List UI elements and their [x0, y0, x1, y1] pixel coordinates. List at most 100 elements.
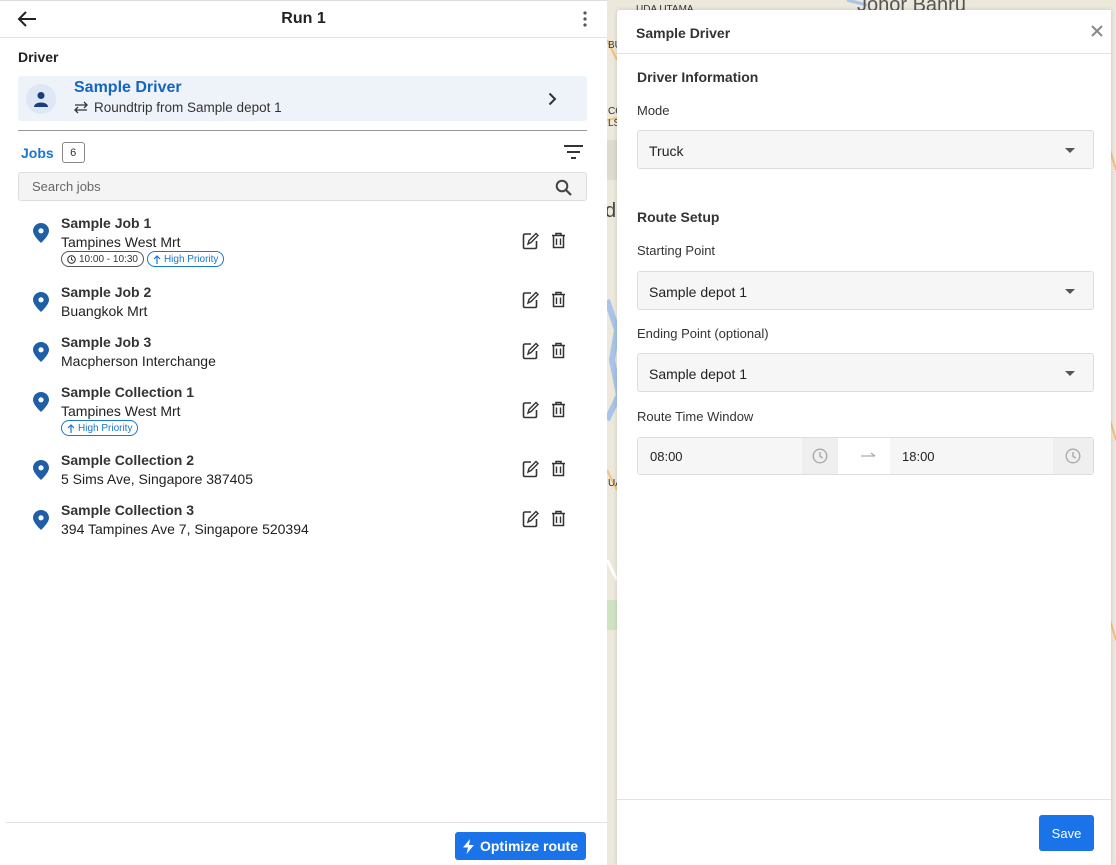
run-header: Run 1	[0, 1, 607, 38]
search-icon[interactable]	[555, 179, 572, 196]
edit-icon[interactable]	[522, 342, 539, 360]
starting-point-label: Starting Point	[637, 243, 716, 258]
job-title: Sample Job 3	[61, 334, 152, 350]
close-icon[interactable]	[1091, 25, 1103, 37]
clock-icon	[67, 254, 76, 264]
route-desc-text: Roundtrip from Sample depot 1	[94, 100, 282, 115]
location-pin-icon	[33, 510, 49, 530]
end-time-segment	[890, 438, 1053, 474]
priority-tag: High Priority	[146, 251, 225, 267]
drawer-footer-divider	[617, 799, 1111, 800]
divider	[18, 130, 587, 131]
start-time-input[interactable]	[638, 438, 802, 474]
job-item[interactable]: Sample Job 3 Macpherson Interchange	[18, 334, 587, 370]
search-input[interactable]	[19, 173, 586, 200]
priority-text: High Priority	[78, 422, 133, 434]
trash-icon[interactable]	[551, 510, 566, 527]
page-title: Run 1	[281, 10, 326, 27]
job-title: Sample Job 1	[61, 215, 152, 231]
chevron-right-icon	[548, 92, 557, 106]
job-address: Macpherson Interchange	[61, 353, 216, 369]
clock-icon	[1065, 448, 1081, 464]
search-box	[18, 172, 587, 201]
caret-down-icon	[1065, 289, 1075, 294]
edit-icon[interactable]	[522, 510, 539, 528]
trash-icon[interactable]	[551, 342, 566, 359]
clock-icon	[812, 448, 828, 464]
optimize-route-button[interactable]: Optimize route	[455, 832, 586, 860]
job-tags: High Priority	[61, 420, 139, 436]
location-pin-icon	[33, 342, 49, 362]
edit-icon[interactable]	[522, 232, 539, 250]
run-panel: Run 1 Driver Sample Driver Roundtrip fro…	[0, 0, 607, 865]
starting-point-select[interactable]: Sample depot 1	[637, 271, 1094, 310]
job-title: Sample Collection 3	[61, 502, 195, 518]
driver-route-desc: Roundtrip from Sample depot 1	[74, 100, 282, 115]
priority-text: High Priority	[163, 253, 219, 265]
edit-icon[interactable]	[522, 291, 539, 309]
route-setup-heading: Route Setup	[637, 209, 720, 225]
start-time-clock-button[interactable]	[802, 438, 838, 474]
route-time-window	[637, 437, 1094, 475]
ending-point-label: Ending Point (optional)	[637, 326, 769, 341]
job-tags: 10:00 - 10:30 High Priority	[61, 251, 225, 267]
trash-icon[interactable]	[551, 460, 566, 477]
more-vert-icon[interactable]	[581, 10, 589, 28]
job-item[interactable]: Sample Collection 3 394 Tampines Ave 7, …	[18, 502, 587, 538]
edit-icon[interactable]	[522, 460, 539, 478]
job-address: Tampines West Mrt	[61, 403, 181, 419]
location-pin-icon	[33, 460, 49, 480]
filter-icon[interactable]	[564, 145, 583, 159]
job-title: Sample Collection 1	[61, 384, 195, 400]
tab-jobs[interactable]: Jobs	[21, 145, 54, 161]
job-address: 394 Tampines Ave 7, Singapore 520394	[61, 521, 309, 537]
end-time-input[interactable]	[890, 438, 1053, 474]
optimize-route-label: Optimize route	[479, 838, 578, 854]
arrow-up-icon	[153, 254, 161, 264]
priority-tag: High Priority	[61, 420, 139, 436]
time-window-tag: 10:00 - 10:30	[61, 251, 144, 267]
driver-card[interactable]: Sample Driver Roundtrip from Sample depo…	[18, 76, 587, 121]
ending-point-select[interactable]: Sample depot 1	[637, 353, 1094, 392]
job-title: Sample Collection 2	[61, 452, 195, 468]
caret-down-icon	[1065, 148, 1075, 153]
mode-value: Truck	[649, 143, 684, 159]
end-time-clock-button[interactable]	[1053, 438, 1093, 474]
mode-select[interactable]: Truck	[637, 130, 1094, 169]
job-title: Sample Job 2	[61, 284, 152, 300]
lightning-icon	[462, 838, 474, 854]
job-address: 5 Sims Ave, Singapore 387405	[61, 471, 253, 487]
job-item[interactable]: Sample Job 2 Buangkok Mrt	[18, 284, 587, 320]
arrow-up-icon	[67, 423, 75, 433]
caret-down-icon	[1065, 371, 1075, 376]
edit-icon[interactable]	[522, 401, 539, 419]
job-item[interactable]: Sample Collection 2 5 Sims Ave, Singapor…	[18, 452, 587, 488]
job-item[interactable]: Sample Collection 1 Tampines West Mrt Hi…	[18, 384, 587, 436]
avatar	[26, 84, 56, 114]
job-address: Buangkok Mrt	[61, 303, 148, 319]
drawer-header: Sample Driver	[617, 10, 1111, 54]
start-time-segment	[638, 438, 802, 474]
location-pin-icon	[33, 392, 49, 412]
job-item[interactable]: Sample Job 1 Tampines West Mrt 10:00 - 1…	[18, 215, 587, 267]
back-arrow-icon[interactable]	[16, 9, 38, 29]
time-window-text: 10:00 - 10:30	[79, 253, 138, 265]
person-icon	[34, 92, 48, 107]
trash-icon[interactable]	[551, 232, 566, 249]
save-button[interactable]: Save	[1039, 815, 1094, 851]
roundtrip-icon	[74, 101, 88, 114]
driver-name: Sample Driver	[74, 79, 182, 96]
footer-divider	[6, 822, 607, 823]
mode-label: Mode	[637, 103, 670, 118]
starting-point-value: Sample depot 1	[649, 284, 748, 300]
arrow-right-icon	[861, 452, 876, 457]
driver-settings-drawer: Sample Driver Driver Information Mode Tr…	[617, 10, 1111, 865]
ending-point-value: Sample depot 1	[649, 366, 748, 382]
route-time-window-label: Route Time Window	[637, 409, 754, 424]
trash-icon[interactable]	[551, 401, 566, 418]
jobs-header: Jobs 6	[21, 142, 85, 163]
job-address: Tampines West Mrt	[61, 234, 181, 250]
location-pin-icon	[33, 292, 49, 312]
trash-icon[interactable]	[551, 291, 566, 308]
driver-section-label: Driver	[18, 49, 59, 65]
